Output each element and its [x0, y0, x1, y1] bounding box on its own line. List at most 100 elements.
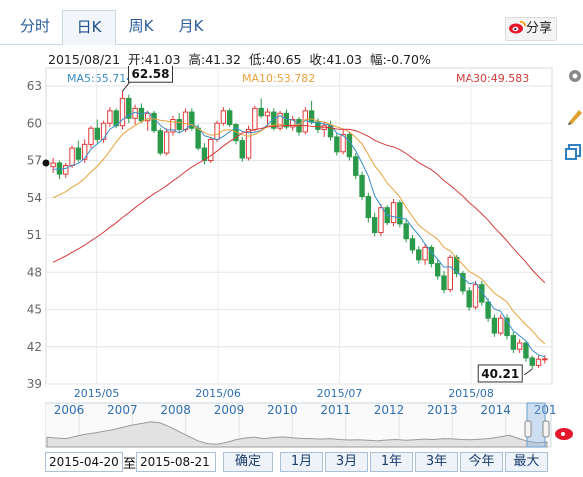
candle-body	[226, 110, 233, 125]
min-pointer	[523, 368, 533, 376]
y-tick-label: 54	[27, 191, 42, 205]
weibo-icon	[508, 20, 526, 34]
range-button[interactable]: 3年	[415, 452, 458, 472]
start-marker	[42, 159, 50, 167]
tab-daily-k[interactable]: 日K	[62, 10, 116, 45]
candle-body	[359, 174, 365, 198]
navigator-year-label: 2008	[160, 403, 191, 417]
candle-body	[88, 127, 94, 145]
candle-body	[441, 275, 447, 291]
navigator-handle[interactable]	[542, 420, 550, 438]
x-tick-label: 2015/08	[448, 387, 494, 400]
candle-body	[535, 358, 542, 366]
to-label: 至	[123, 457, 137, 472]
x-tick-label: 2015/06	[195, 387, 241, 400]
info-high: 41.32	[205, 52, 242, 67]
candle-body	[409, 238, 416, 251]
candle-body	[397, 202, 403, 225]
candle-body	[390, 202, 397, 224]
tab-intraday[interactable]: 分时	[12, 10, 58, 43]
candle-body	[195, 127, 201, 149]
min-label: 40.21	[481, 367, 519, 381]
range-button[interactable]: 3月	[325, 452, 368, 472]
candle-body	[208, 138, 214, 162]
tab-weekly-k[interactable]: 周K	[118, 10, 164, 43]
navigator-year-label: 2011	[320, 403, 351, 417]
candle-body	[151, 112, 157, 132]
candle-body	[81, 143, 88, 160]
candle-body	[94, 127, 100, 140]
candle-body	[239, 140, 245, 159]
range-button[interactable]: 今年	[460, 452, 503, 472]
candle-body	[422, 246, 428, 261]
candle-body	[220, 110, 227, 124]
candle-body	[416, 249, 422, 261]
tab-bar: 分时 日K 周K 月K 分享	[0, 0, 583, 45]
candle-body	[75, 147, 82, 160]
navigator-year-label: 2006	[54, 403, 85, 417]
copy-icon[interactable]	[563, 142, 583, 162]
candle-body	[542, 358, 548, 361]
candle-body	[334, 136, 340, 153]
navigator-year-label: 2010	[267, 403, 298, 417]
candle-body	[371, 217, 378, 234]
candle-body	[176, 119, 182, 130]
confirm-button[interactable]: 确定	[223, 452, 273, 472]
y-tick-label: 39	[27, 377, 42, 391]
candle-body	[264, 111, 271, 117]
info-close: 41.03	[326, 52, 362, 67]
info-open: 41.03	[144, 52, 181, 67]
navigator-year-label: 2007	[107, 403, 138, 417]
y-tick-label: 48	[27, 265, 42, 279]
tab-monthly-k[interactable]: 月K	[168, 10, 214, 43]
candle-body	[466, 290, 472, 308]
candle-body	[491, 317, 498, 334]
candle-body	[107, 110, 113, 124]
range-navigator[interactable]: 2006200720082009201020112012201320142015	[45, 401, 555, 449]
candle-body	[63, 164, 69, 175]
navigator-handle[interactable]	[524, 420, 532, 438]
candle-body	[308, 110, 315, 123]
max-label: 62.58	[132, 67, 170, 81]
candle-body	[523, 342, 529, 359]
candle-body	[182, 111, 189, 130]
candle-body	[346, 133, 353, 158]
candle-body	[163, 131, 170, 154]
y-tick-label: 57	[27, 154, 42, 168]
candle-body	[245, 128, 252, 159]
end-date-input[interactable]: 2015-08-21	[136, 452, 216, 472]
info-date: 2015/08/21	[48, 52, 121, 67]
y-tick-label: 45	[27, 303, 42, 317]
candle-body	[378, 207, 384, 234]
y-tick-label: 51	[27, 228, 42, 242]
x-tick-label: 2015/05	[74, 387, 120, 400]
pencil-icon[interactable]	[563, 106, 583, 126]
y-tick-label: 60	[27, 116, 42, 130]
candle-body	[157, 130, 164, 154]
candle-body	[403, 223, 409, 240]
candle-body	[472, 284, 479, 308]
start-date-input[interactable]: 2015-04-20	[45, 452, 123, 472]
navigator-year-label: 2013	[427, 403, 458, 417]
range-button[interactable]: 最大	[505, 452, 548, 472]
candle-body	[485, 301, 491, 319]
candle-body	[365, 196, 372, 219]
navigator-year-label: 2014	[480, 403, 511, 417]
sina-logo	[553, 414, 581, 444]
candle-body	[50, 162, 56, 168]
candlestick-chart[interactable]: 63 60 57 54 51 48 45 42 39 2015/05 2015/06 2015/07 2…	[0, 66, 560, 402]
range-button[interactable]: 1月	[280, 452, 323, 472]
candle-body	[516, 342, 523, 350]
candle-body	[447, 256, 453, 291]
share-button[interactable]: 分享	[504, 17, 557, 41]
share-label: 分享	[525, 21, 552, 36]
candle-body	[529, 357, 535, 366]
candle-body	[69, 147, 75, 166]
range-button[interactable]: 1年	[370, 452, 413, 472]
x-tick-label: 2015/07	[317, 387, 363, 400]
navigator-year-label: 2012	[374, 403, 405, 417]
candle-body	[510, 335, 517, 350]
navigator-year-label: 2009	[214, 403, 245, 417]
candle-body	[258, 107, 264, 117]
settings-icon[interactable]	[563, 66, 583, 86]
